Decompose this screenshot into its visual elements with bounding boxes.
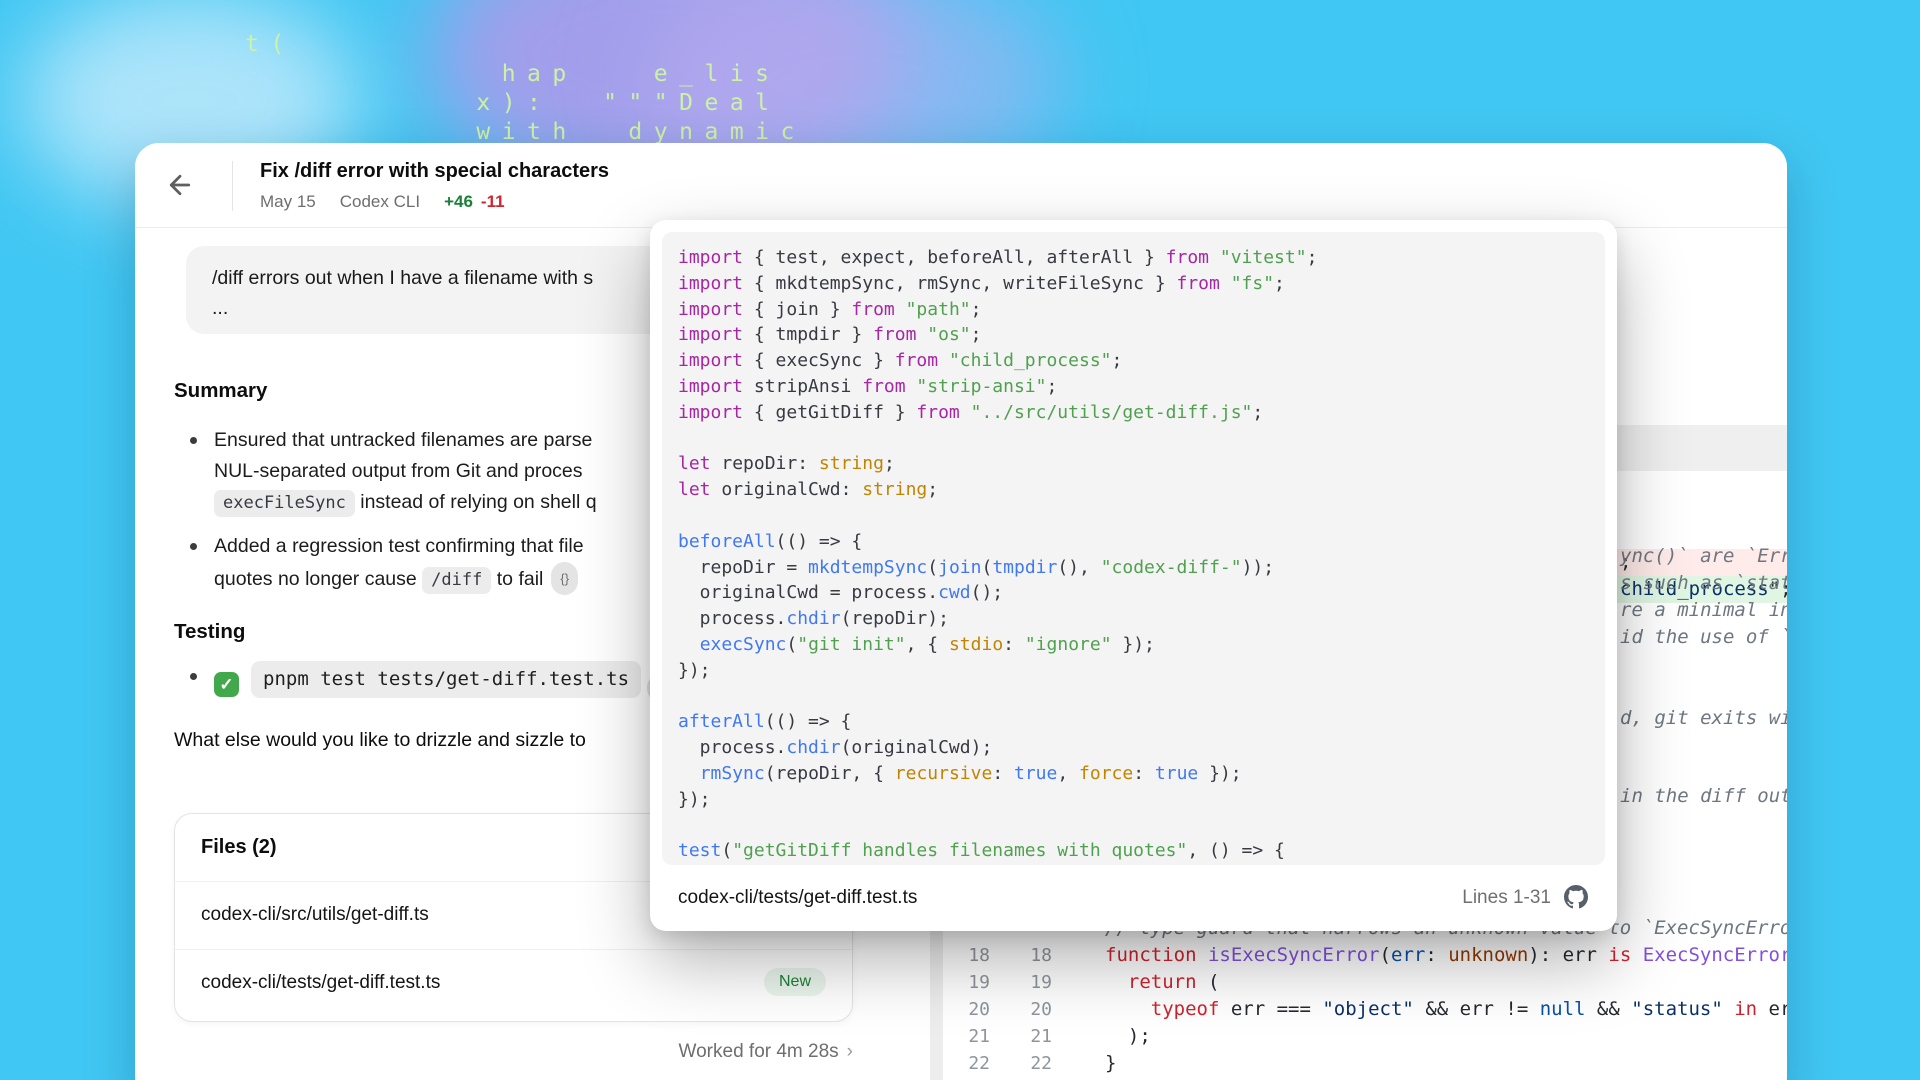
popup-code-line: }); bbox=[678, 787, 1589, 813]
diff-code-row: 21 21 ); bbox=[943, 1023, 1787, 1050]
popup-footer: codex-cli/tests/get-diff.test.ts Lines 1… bbox=[650, 865, 1617, 931]
popup-code-line: rmSync(repoDir, { recursive: true, force… bbox=[678, 761, 1589, 787]
popup-code-line: repoDir = mkdtempSync(join(tmpdir(), "co… bbox=[678, 555, 1589, 581]
old-line-number: 22 bbox=[958, 1050, 990, 1077]
popup-code-line: import stripAnsi from "strip-ansi"; bbox=[678, 374, 1589, 400]
summary-bullet: Ensured that untracked filenames are par… bbox=[174, 425, 597, 518]
file-path: codex-cli/src/utils/get-diff.ts bbox=[201, 904, 429, 926]
test-command-chip: pnpm test tests/get-diff.test.ts bbox=[251, 661, 641, 698]
popup-code-line: process.chdir(repoDir); bbox=[678, 606, 1589, 632]
diff-code-text: typeof err === "object" && err != null &… bbox=[1105, 996, 1787, 1023]
diff-code-text: } bbox=[1105, 1050, 1116, 1077]
citation-chip[interactable]: {} bbox=[551, 562, 578, 595]
testing-heading: Testing bbox=[174, 620, 245, 644]
diff-code-text: ); bbox=[1105, 1023, 1151, 1050]
background-code-line: x): """Deal bbox=[451, 89, 857, 118]
popup-code-line bbox=[678, 813, 1589, 839]
popup-code-line bbox=[678, 426, 1589, 452]
diff-code-rows: // type guard that narrows an unknown va… bbox=[943, 915, 1787, 1080]
bullet-dot-icon bbox=[190, 543, 197, 550]
diff-comment-text: d, git exits wi bbox=[1620, 705, 1787, 732]
worked-for-link[interactable]: Worked for 4m 28s› bbox=[174, 1041, 853, 1063]
bullet-text: Ensured that untracked filenames are par… bbox=[214, 425, 597, 456]
diff-code-row: 19 19 return ( bbox=[943, 969, 1787, 996]
code-chip: /diff bbox=[422, 567, 491, 594]
popup-code-line: originalCwd = process.cwd(); bbox=[678, 580, 1589, 606]
popup-code-line: test("getGitDiff handles filenames with … bbox=[678, 838, 1589, 864]
popup-code-line: execSync("git init", { stdio: "ignore" }… bbox=[678, 632, 1589, 658]
new-file-badge: New bbox=[764, 968, 826, 996]
task-date: May 15 bbox=[260, 192, 316, 211]
diff-code-row: 20 20 typeof err === "object" && err != … bbox=[943, 996, 1787, 1023]
popup-code-line: }); bbox=[678, 658, 1589, 684]
old-line-number: 19 bbox=[958, 969, 990, 996]
diff-comment-text: s such as `stat bbox=[1620, 570, 1787, 597]
assistant-followup-text: What else would you like to drizzle and … bbox=[174, 729, 586, 752]
back-button[interactable] bbox=[161, 167, 199, 205]
bullet-text: execFileSync instead of relying on shell… bbox=[214, 487, 597, 518]
header-divider bbox=[232, 161, 233, 211]
old-line-number: 20 bbox=[958, 996, 990, 1023]
bullet-text: quotes no longer cause /diff to fail{} bbox=[214, 562, 584, 595]
bullet-dot-icon bbox=[190, 437, 197, 444]
summary-heading: Summary bbox=[174, 379, 267, 403]
popup-code-line: let repoDir: string; bbox=[678, 451, 1589, 477]
summary-bullet: Added a regression test confirming that … bbox=[174, 531, 584, 595]
code-chip: execFileSync bbox=[214, 490, 355, 517]
diff-code-row: 18 18 function isExecSyncError(err: unkn… bbox=[943, 942, 1787, 969]
task-meta: May 15 Codex CLI +46 -11 bbox=[260, 192, 529, 212]
popup-code-block: import { test, expect, beforeAll, afterA… bbox=[662, 232, 1605, 865]
file-path: codex-cli/tests/get-diff.test.ts bbox=[201, 972, 440, 994]
popup-code-line: import { tmpdir } from "os"; bbox=[678, 322, 1589, 348]
popup-code-line: import { join } from "path"; bbox=[678, 297, 1589, 323]
additions-count: +46 bbox=[444, 192, 473, 211]
github-icon bbox=[1564, 885, 1588, 909]
popup-file-path: codex-cli/tests/get-diff.test.ts bbox=[678, 887, 917, 909]
background-code-snippet: t( bbox=[245, 30, 296, 59]
popup-code-line: import { test, expect, beforeAll, afterA… bbox=[678, 245, 1589, 271]
new-line-number: 21 bbox=[1020, 1023, 1052, 1050]
bullet-text: Added a regression test confirming that … bbox=[214, 531, 584, 562]
background-code-line: hap e_lis bbox=[451, 60, 857, 89]
file-row[interactable]: codex-cli/tests/get-diff.test.ts New bbox=[175, 949, 852, 1017]
code-citation-popup: import { test, expect, beforeAll, afterA… bbox=[650, 220, 1617, 931]
bullet-dot-icon bbox=[190, 673, 197, 680]
popup-code-line bbox=[678, 503, 1589, 529]
diff-code-text: return ( bbox=[1105, 969, 1219, 996]
popup-code-line: let originalCwd: string; bbox=[678, 477, 1589, 503]
popup-code-line: import { execSync } from "child_process"… bbox=[678, 348, 1589, 374]
new-line-number: 19 bbox=[1020, 969, 1052, 996]
chevron-right-icon: › bbox=[847, 1041, 853, 1062]
task-header: Fix /diff error with special characters … bbox=[135, 143, 1787, 228]
github-link-button[interactable] bbox=[1563, 885, 1589, 911]
testing-bullet: ✓pnpm test tests/get-diff.test.ts>_ bbox=[174, 661, 681, 704]
diff-code-text: function isExecSyncError(err: unknown): … bbox=[1105, 942, 1787, 969]
popup-code-line: process.chdir(originalCwd); bbox=[678, 735, 1589, 761]
diff-code-row: 22 22 } bbox=[943, 1050, 1787, 1077]
old-line-number: 21 bbox=[958, 1023, 990, 1050]
task-title: Fix /diff error with special characters bbox=[260, 160, 609, 183]
popup-code-line: beforeAll(() => { bbox=[678, 529, 1589, 555]
diff-comment-text: in the diff out bbox=[1620, 783, 1787, 810]
bullet-text: NUL-separated output from Git and proces bbox=[214, 456, 597, 487]
diff-comment-text: id the use of ` bbox=[1620, 624, 1787, 651]
deletions-count: -11 bbox=[481, 192, 505, 211]
files-card-title: Files (2) bbox=[201, 836, 277, 859]
diff-comment-text: ync()` are `Err bbox=[1620, 543, 1787, 570]
check-passed-icon: ✓ bbox=[214, 672, 239, 697]
task-agent: Codex CLI bbox=[340, 192, 420, 211]
old-line-number: 18 bbox=[958, 942, 990, 969]
popup-code-line: afterAll(() => { bbox=[678, 709, 1589, 735]
popup-line-range: Lines 1-31 bbox=[1462, 887, 1551, 909]
popup-code-line: import { getGitDiff } from "../src/utils… bbox=[678, 400, 1589, 426]
popup-code-line: import { mkdtempSync, rmSync, writeFileS… bbox=[678, 271, 1589, 297]
new-line-number: 22 bbox=[1020, 1050, 1052, 1077]
popup-code-line bbox=[678, 684, 1589, 710]
new-line-number: 18 bbox=[1020, 942, 1052, 969]
diff-comment-text: re a minimal in bbox=[1620, 597, 1787, 624]
new-line-number: 20 bbox=[1020, 996, 1052, 1023]
arrow-left-icon bbox=[165, 170, 195, 200]
